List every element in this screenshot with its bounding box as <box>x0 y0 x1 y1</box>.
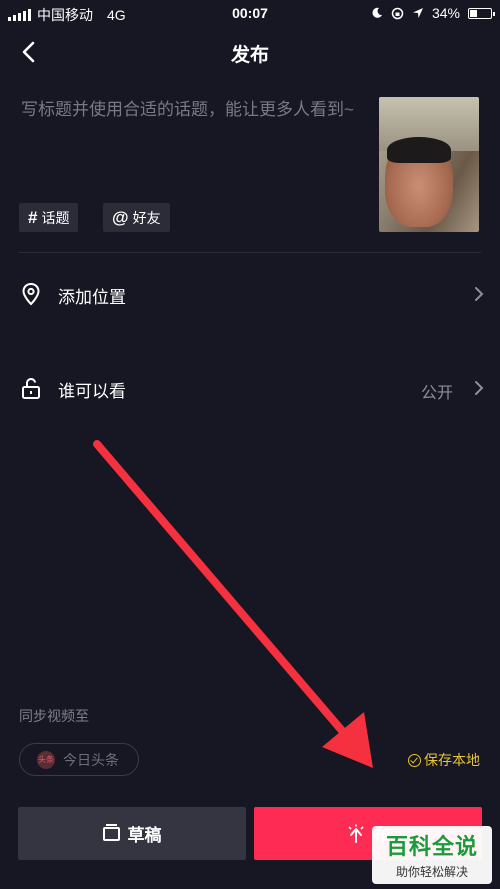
rotation-lock-icon <box>391 7 404 19</box>
battery-percent: 34% <box>431 5 460 21</box>
chevron-right-icon <box>475 287 484 301</box>
video-cover-thumbnail[interactable] <box>379 97 479 232</box>
add-location-label: 添加位置 <box>58 288 126 307</box>
status-right: 34% <box>371 5 495 21</box>
toutiao-logo-icon: 头条 <box>37 750 55 769</box>
save-local-toggle[interactable]: 保存本地 <box>408 750 480 770</box>
hashtag-chip-label: 话题 <box>41 209 70 226</box>
status-bar: 中国移动 4G 00:07 34% <box>0 0 500 26</box>
draft-box-icon <box>102 823 120 841</box>
check-circle-icon <box>408 753 421 767</box>
draft-button-label: 草稿 <box>127 826 162 845</box>
location-pin-icon <box>22 282 40 306</box>
draft-button[interactable]: 草稿 <box>18 807 246 860</box>
visibility-value: 公开 <box>420 385 453 402</box>
mention-chip-label: 好友 <box>132 209 161 226</box>
hashtag-chip[interactable]: # 话题 <box>19 203 79 232</box>
save-local-label: 保存本地 <box>424 752 480 768</box>
at-icon: @ <box>112 207 129 227</box>
toutiao-label: 今日头条 <box>63 751 119 768</box>
toutiao-sync-toggle[interactable]: 头条 今日头条 <box>19 743 139 776</box>
watermark-sub: 助你轻松解决 <box>395 865 468 879</box>
chevron-right-icon <box>475 381 484 395</box>
caption-input[interactable]: 写标题并使用合适的话题，能让更多人看到~ <box>21 97 366 122</box>
location-arrow-icon <box>412 8 423 18</box>
unlock-icon <box>22 377 40 399</box>
visibility-label: 谁可以看 <box>58 382 126 401</box>
battery-icon <box>468 7 495 19</box>
watermark: 百科全说 助你轻松解决 <box>372 826 492 884</box>
visibility-row[interactable]: 谁可以看 公开 <box>0 358 500 418</box>
add-location-row[interactable]: 添加位置 <box>0 264 500 324</box>
watermark-main: 百科全说 <box>385 835 478 860</box>
hashtag-icon: # <box>28 207 38 227</box>
mention-chip[interactable]: @ 好友 <box>103 203 170 232</box>
moon-icon <box>372 7 382 18</box>
page-title: 发布 <box>230 45 269 66</box>
publish-sparkle-icon <box>347 824 364 843</box>
divider <box>19 252 481 253</box>
nav-bar: 发布 <box>0 30 500 74</box>
sync-label: 同步视频至 <box>19 708 89 724</box>
